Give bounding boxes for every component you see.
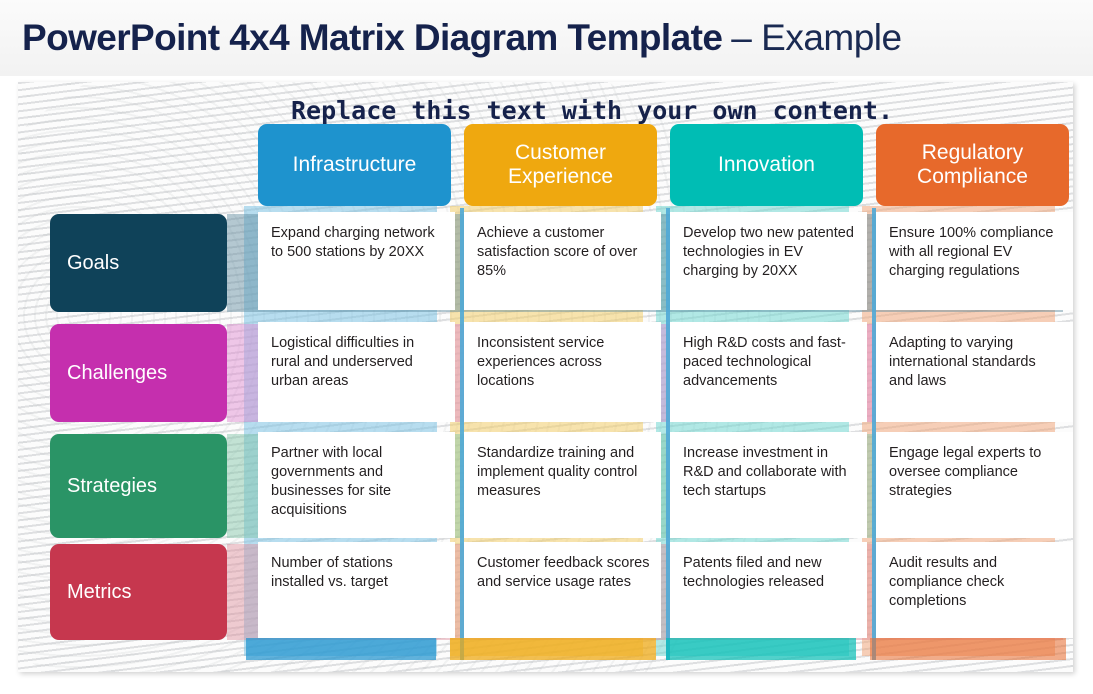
matrix-cell-text: Increase investment in R&D and collabora…	[683, 445, 847, 499]
matrix-cell-text: Ensure 100% compliance with all regional…	[889, 225, 1054, 279]
matrix-cell[interactable]: Engage legal experts to oversee complian…	[876, 432, 1073, 538]
matrix-cell[interactable]: Patents filed and new technologies relea…	[670, 542, 867, 638]
matrix-cell-text: Standardize training and implement quali…	[477, 445, 638, 499]
column-header-label: Infrastructure	[292, 152, 417, 176]
column-header-label: Customer Experience	[507, 140, 614, 188]
slide-frame: Replace this text with your own content.…	[14, 78, 1077, 676]
row-header-1[interactable]: Goals	[50, 214, 227, 312]
page-title-main: PowerPoint 4x4 Matrix Diagram Template	[22, 17, 723, 58]
matrix-cell-text: Achieve a customer satisfaction score of…	[477, 225, 638, 279]
row-header-label: Strategies	[67, 474, 158, 497]
matrix-cell[interactable]: Inconsistent service experiences across …	[464, 322, 661, 422]
matrix-cell-text: Engage legal experts to oversee complian…	[889, 445, 1042, 499]
column-header-label: Innovation	[718, 152, 815, 176]
column-header-label: Regulatory Compliance	[917, 140, 1028, 188]
slide-page: PowerPoint 4x4 Matrix Diagram Template –…	[0, 0, 1093, 694]
column-header-2[interactable]: Customer Experience	[464, 124, 657, 206]
matrix-cell[interactable]: Expand charging network to 500 stations …	[258, 212, 455, 310]
row-header-4[interactable]: Metrics	[50, 544, 227, 640]
bottom-band-segment-2	[450, 638, 656, 660]
row-header-label: Metrics	[67, 580, 132, 603]
bottom-band-segment-1	[246, 638, 436, 660]
matrix-cell-text: Customer feedback scores and service usa…	[477, 555, 650, 590]
column-header-3[interactable]: Innovation	[670, 124, 863, 206]
matrix-cell-text: Develop two new patented technologies in…	[683, 225, 854, 279]
bottom-band-segment-3	[666, 638, 856, 660]
row-header-3[interactable]: Strategies	[50, 434, 227, 538]
matrix-cell[interactable]: Ensure 100% compliance with all regional…	[876, 212, 1073, 310]
matrix-cell[interactable]: Customer feedback scores and service usa…	[464, 542, 661, 638]
matrix-cell[interactable]: Adapting to varying international standa…	[876, 322, 1073, 422]
matrix-cell[interactable]: Audit results and compliance check compl…	[876, 542, 1073, 638]
page-title-suffix: – Example	[731, 17, 902, 58]
slide-headline: Replace this text with your own content.	[290, 96, 894, 125]
matrix-cell[interactable]: Increase investment in R&D and collabora…	[670, 432, 867, 538]
matrix-cell[interactable]: Logistical difficulties in rural and und…	[258, 322, 455, 422]
row-header-label: Goals	[67, 251, 120, 274]
row-header-2[interactable]: Challenges	[50, 324, 227, 422]
column-header-4[interactable]: Regulatory Compliance	[876, 124, 1069, 206]
matrix-cell-text: Adapting to varying international standa…	[889, 335, 1036, 389]
matrix-cell-text: Patents filed and new technologies relea…	[683, 555, 825, 590]
slide-canvas: Replace this text with your own content.…	[18, 82, 1073, 672]
bottom-band-segment-4	[870, 638, 1066, 660]
matrix-cell-text: Expand charging network to 500 stations …	[271, 225, 435, 260]
matrix-cell-text: Inconsistent service experiences across …	[477, 335, 605, 389]
matrix-cell[interactable]: Partner with local governments and busin…	[258, 432, 455, 538]
column-header-1[interactable]: Infrastructure	[258, 124, 451, 206]
matrix-cell[interactable]: High R&D costs and fast-paced technologi…	[670, 322, 867, 422]
matrix-cell-text: Audit results and compliance check compl…	[889, 555, 1005, 609]
matrix-cell[interactable]: Number of stations installed vs. target	[258, 542, 455, 638]
matrix-cell-text: Number of stations installed vs. target	[271, 555, 393, 590]
matrix-cell-text: High R&D costs and fast-paced technologi…	[683, 335, 846, 389]
page-title: PowerPoint 4x4 Matrix Diagram Template –…	[0, 0, 1093, 76]
matrix-cell[interactable]: Standardize training and implement quali…	[464, 432, 661, 538]
matrix-cell-text: Partner with local governments and busin…	[271, 445, 392, 518]
matrix-cell[interactable]: Achieve a customer satisfaction score of…	[464, 212, 661, 310]
row-header-label: Challenges	[67, 361, 168, 384]
matrix-cell[interactable]: Develop two new patented technologies in…	[670, 212, 867, 310]
matrix-cell-text: Logistical difficulties in rural and und…	[271, 335, 415, 389]
